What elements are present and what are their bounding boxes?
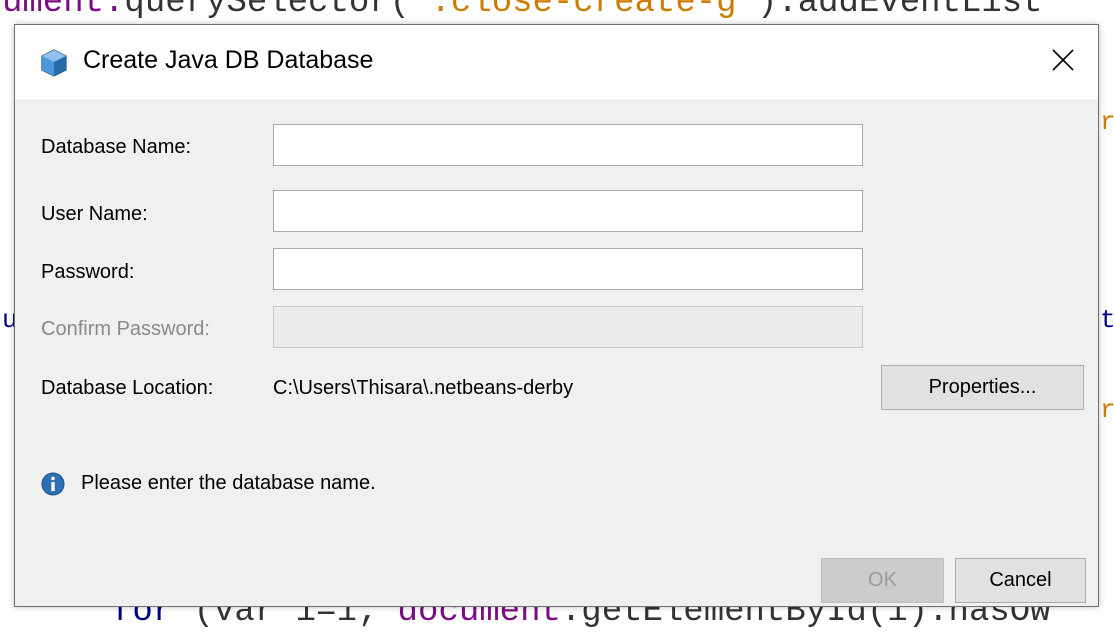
create-java-db-dialog: Create Java DB Database Database Name: U… xyxy=(14,24,1099,607)
code-fragment: r xyxy=(1100,107,1114,137)
cancel-button[interactable]: Cancel xyxy=(955,558,1086,603)
password-field[interactable] xyxy=(273,248,863,290)
ok-button[interactable]: OK xyxy=(821,558,944,603)
confirm-password-field[interactable] xyxy=(273,306,863,348)
database-name-label: Database Name: xyxy=(41,136,192,158)
dialog-titlebar: Create Java DB Database xyxy=(15,25,1098,99)
code-token: ument. xyxy=(2,0,125,22)
code-token: querySelector( xyxy=(124,0,411,22)
code-token: '.close-create-g' xyxy=(410,0,757,22)
code-fragment: r xyxy=(1100,395,1114,425)
code-line: ument.querySelector('.close-create-g').a… xyxy=(2,0,1043,22)
user-name-field[interactable] xyxy=(273,190,863,232)
close-button[interactable] xyxy=(1028,25,1098,99)
java-db-cube-icon xyxy=(41,49,67,77)
password-label: Password: xyxy=(41,261,135,283)
database-location-label: Database Location: xyxy=(41,377,214,399)
code-token: ).addEventList xyxy=(756,0,1043,22)
info-message: Please enter the database name. xyxy=(81,472,376,494)
database-location-value: C:\Users\Thisara\.netbeans-derby xyxy=(273,377,574,399)
confirm-password-label: Confirm Password: xyxy=(41,318,210,340)
properties-button[interactable]: Properties... xyxy=(881,365,1084,410)
close-icon xyxy=(1052,48,1074,76)
database-name-field[interactable] xyxy=(273,124,863,166)
info-icon xyxy=(41,472,65,496)
user-name-label: User Name: xyxy=(41,203,148,225)
dialog-title: Create Java DB Database xyxy=(83,46,374,74)
code-fragment: t xyxy=(1100,305,1114,335)
